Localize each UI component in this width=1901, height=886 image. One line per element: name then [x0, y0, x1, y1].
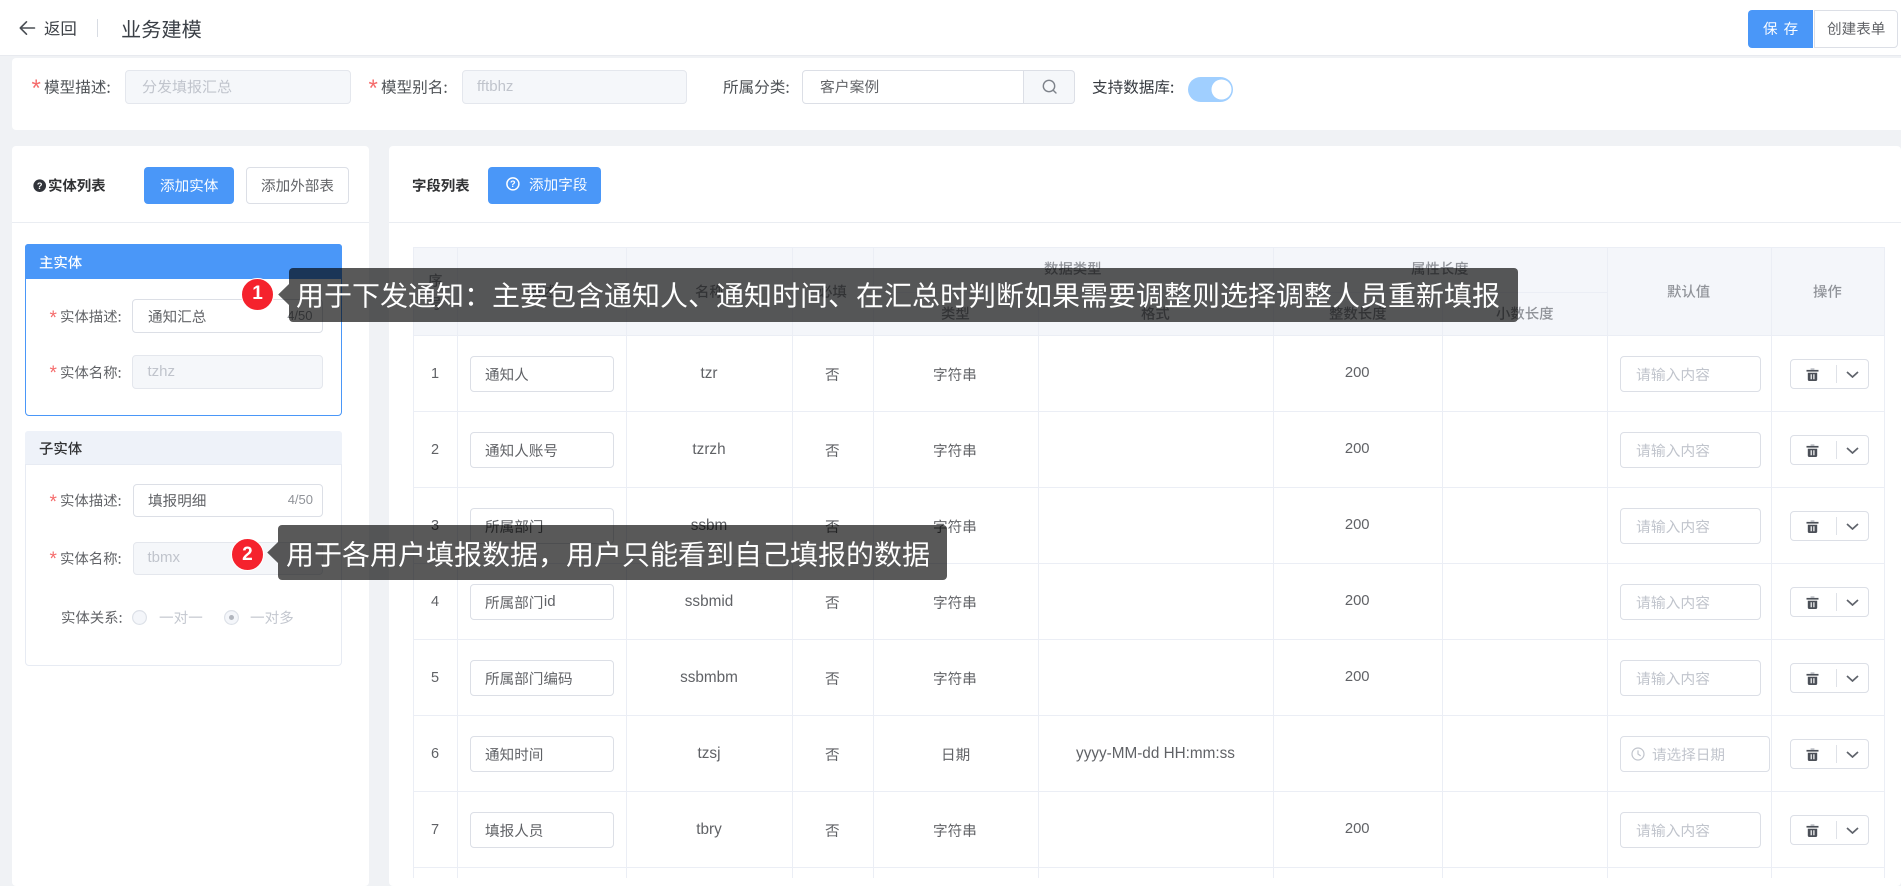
svg-text:?: ?	[510, 179, 516, 189]
svg-text:?: ?	[37, 181, 43, 191]
